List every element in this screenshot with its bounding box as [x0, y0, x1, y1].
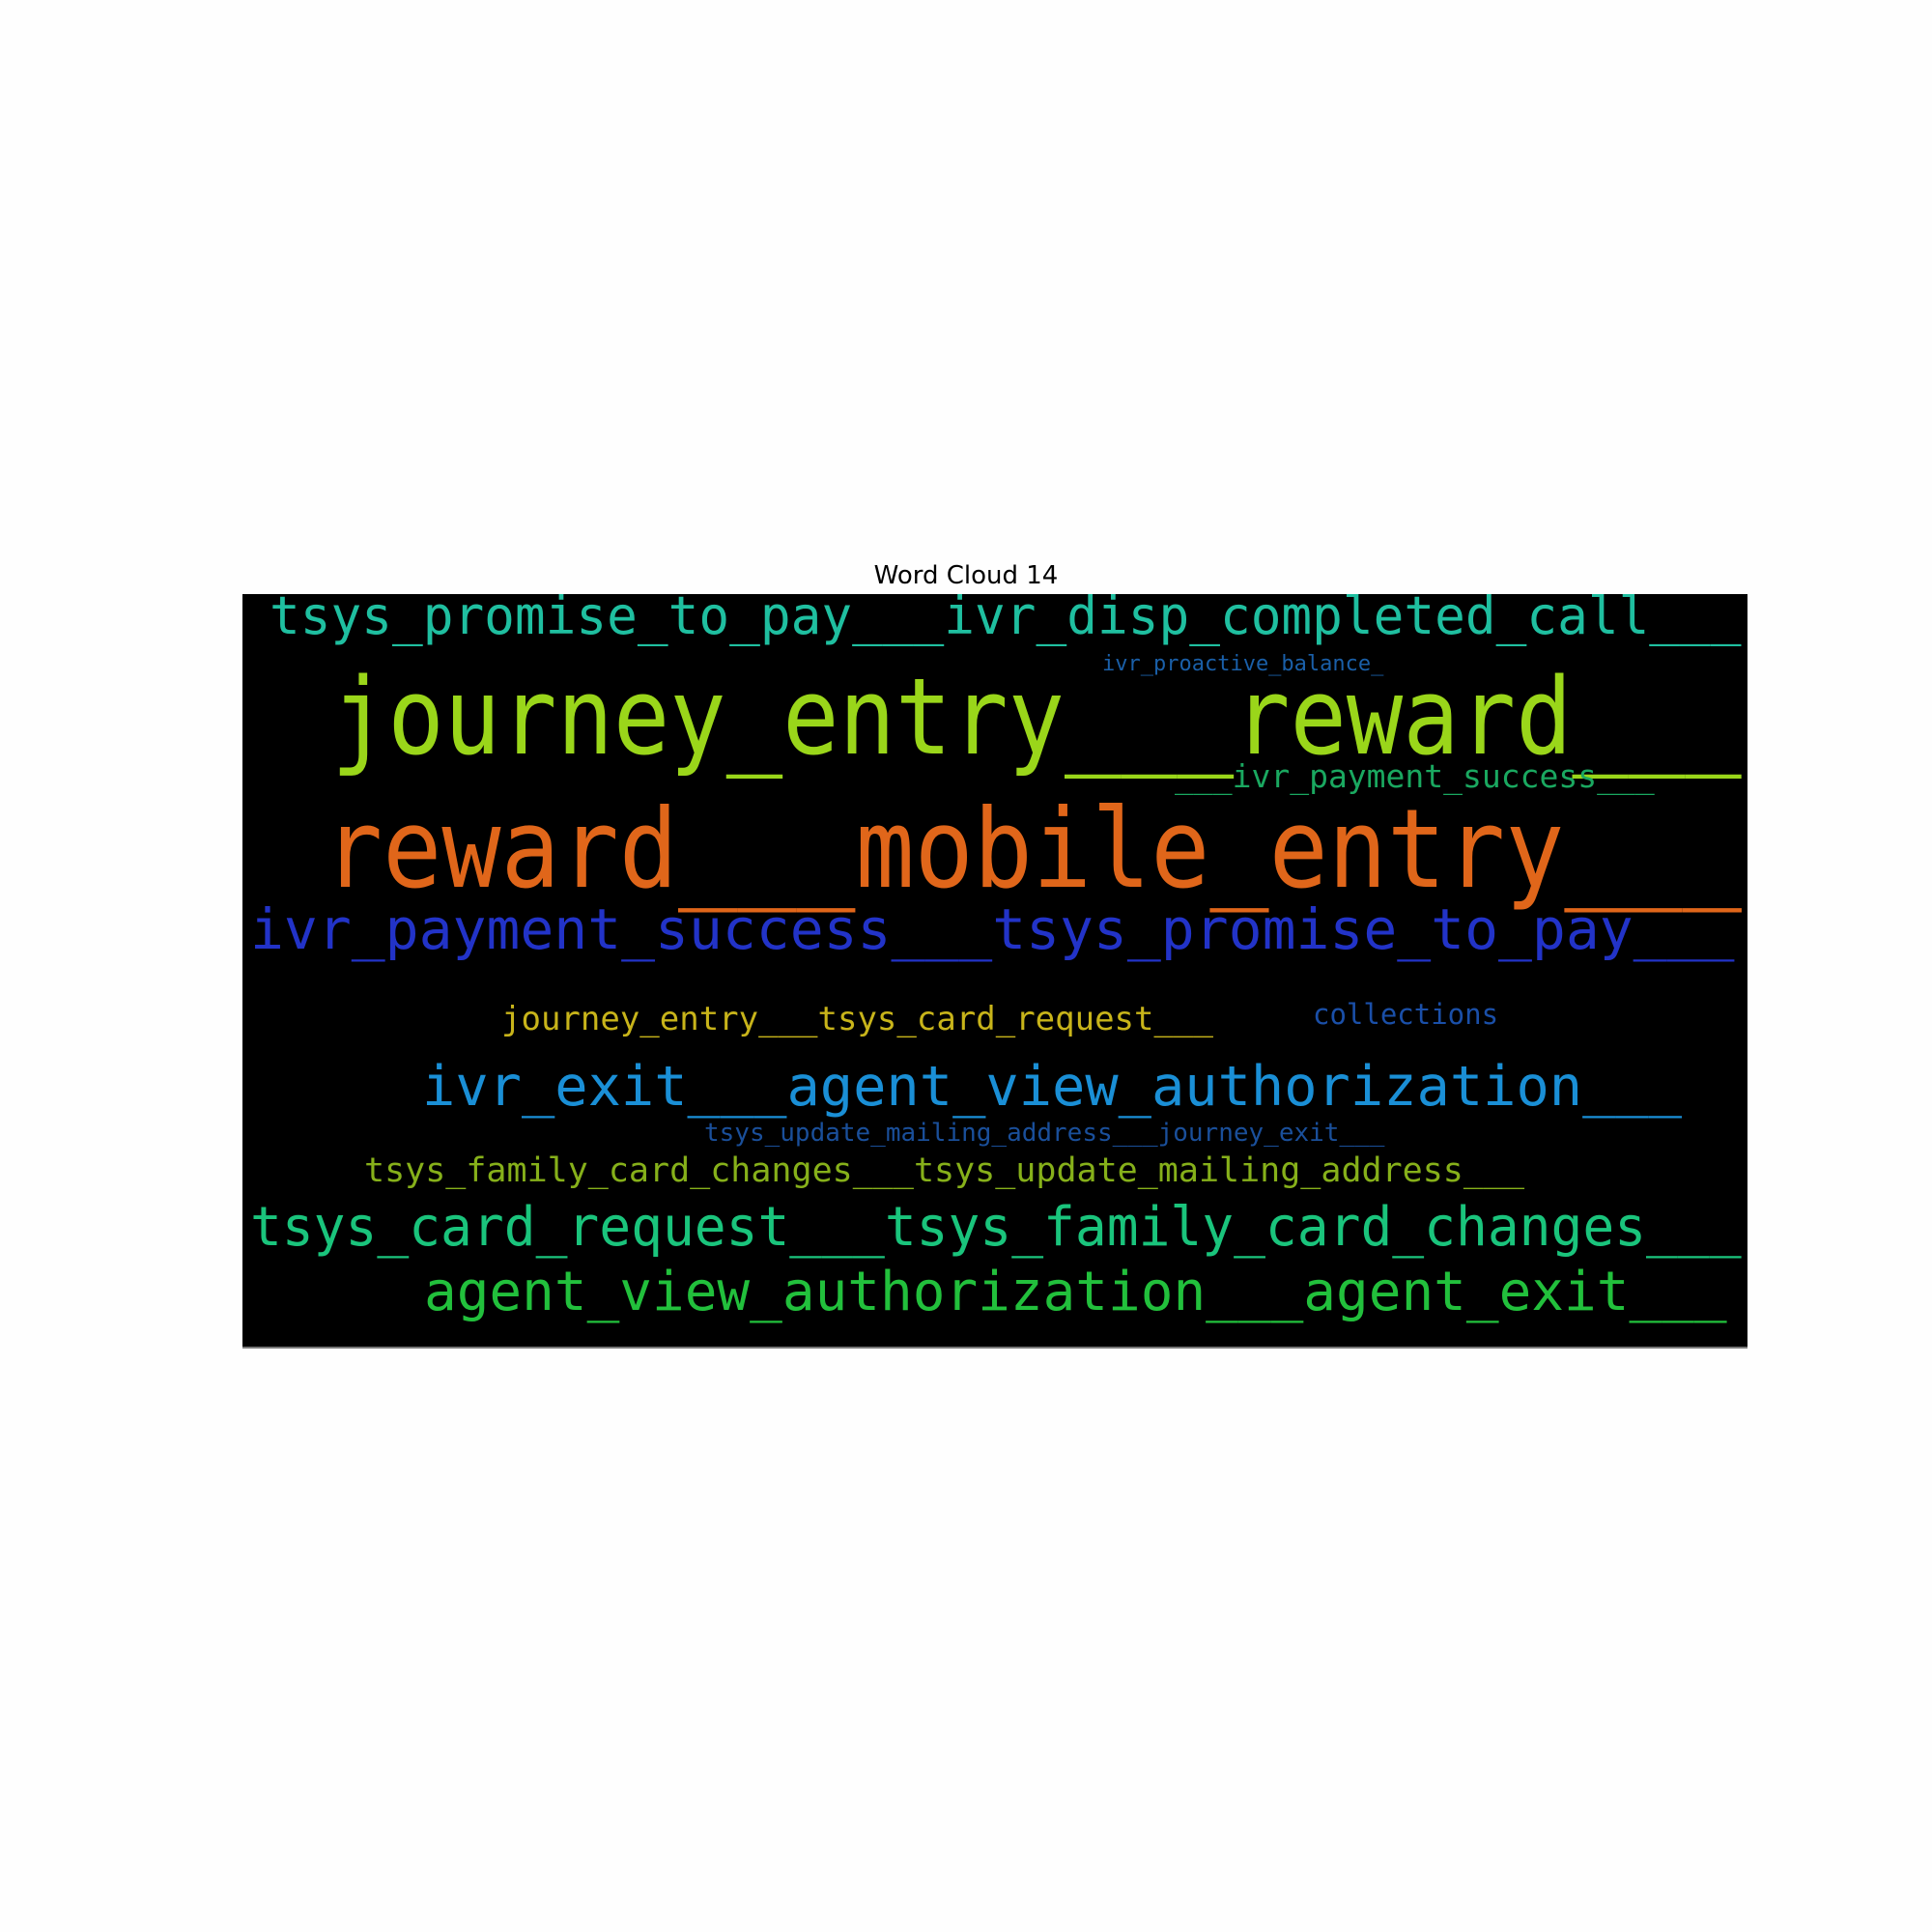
- word-cloud-word: ivr_exit___agent_view_authorization___: [422, 1055, 1683, 1119]
- word-cloud-word: tsys_promise_to_pay___ivr_disp_completed…: [270, 594, 1742, 646]
- word-cloud-word: tsys_update_mailing_address___journey_ex…: [704, 1119, 1385, 1148]
- word-cloud-word: reward___mobile_entry___: [324, 785, 1742, 913]
- word-cloud-word: tsys_family_card_changes___tsys_update_m…: [364, 1151, 1525, 1190]
- word-cloud-word: agent_view_authorization___agent_exit___: [424, 1261, 1727, 1323]
- figure: Word Cloud 14 tsys_promise_to_pay___ivr_…: [0, 0, 1932, 1932]
- figure-title: Word Cloud 14: [873, 561, 1059, 590]
- word-cloud-canvas: tsys_promise_to_pay___ivr_disp_completed…: [242, 594, 1747, 1349]
- word-cloud-word: journey_entry___reward___: [331, 655, 1742, 779]
- word-cloud-word: tsys_card_request___tsys_family_card_cha…: [250, 1196, 1742, 1259]
- word-cloud-word: journey_entry___tsys_card_request___: [501, 1000, 1213, 1038]
- word-cloud-word: ivr_payment_success___tsys_promise_to_pa…: [250, 896, 1735, 962]
- word-cloud-word: collections: [1313, 998, 1499, 1031]
